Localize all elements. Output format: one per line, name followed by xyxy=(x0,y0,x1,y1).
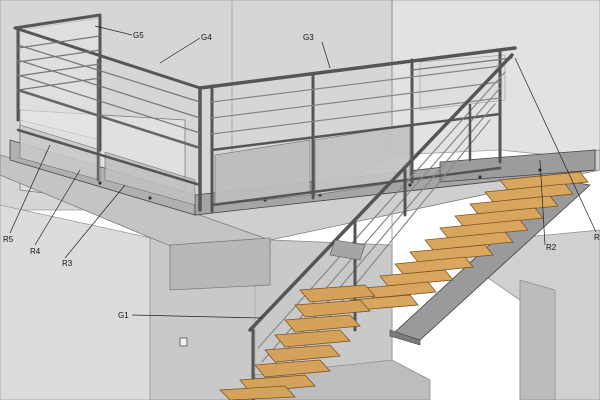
label-g1: G1 xyxy=(118,311,129,320)
label-r3: R3 xyxy=(62,259,73,268)
label-r5: R5 xyxy=(3,235,14,244)
staircase-drawing: G5 G4 G3 R2 R R5 R4 R3 G1 xyxy=(0,0,600,400)
label-g5: G5 xyxy=(133,31,144,40)
label-r4: R4 xyxy=(30,247,41,256)
label-g4: G4 xyxy=(201,33,212,42)
label-r-partial: R xyxy=(594,233,600,242)
label-r2: R2 xyxy=(546,243,557,252)
label-g3: G3 xyxy=(303,33,314,42)
drawing-canvas: G5 G4 G3 R2 R R5 R4 R3 G1 xyxy=(0,0,600,400)
